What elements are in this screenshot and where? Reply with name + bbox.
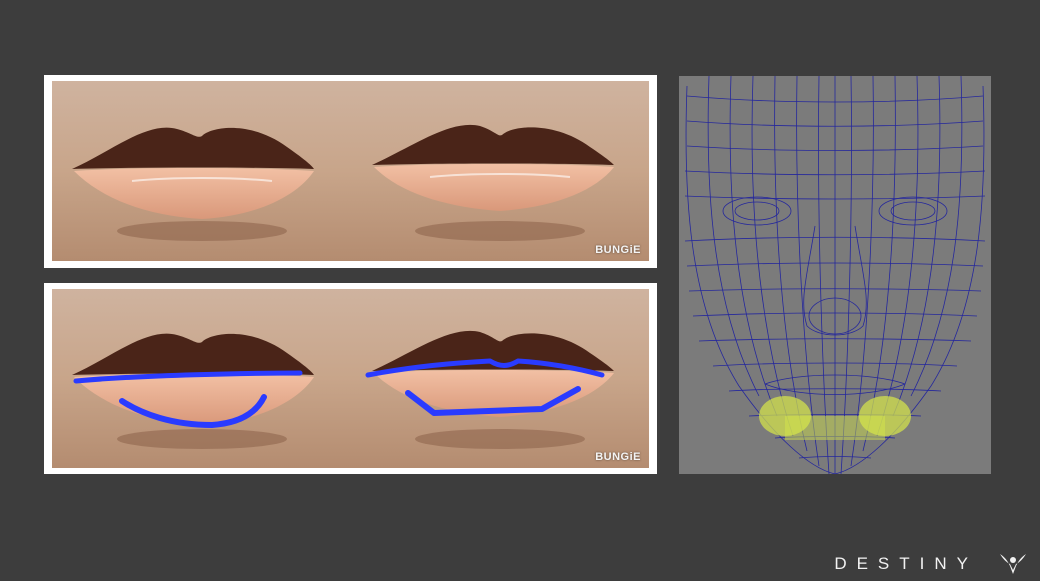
lips-annotated-left (52, 289, 350, 468)
lip-comparison-annotated: BUNGiE (44, 283, 657, 474)
destiny-wordmark: DESTINY (834, 554, 978, 573)
bungie-watermark: BUNGiE (595, 244, 641, 256)
face-wireframe (679, 76, 991, 474)
lips-render-right: BUNGiE (350, 81, 649, 261)
bungie-watermark: BUNGiE (595, 451, 641, 463)
destiny-logo-icon (998, 552, 1028, 576)
lip-comparison-top: BUNGiE (44, 75, 657, 268)
lips-annotated-right: BUNGiE (350, 289, 649, 468)
lips-render-left (52, 81, 350, 261)
